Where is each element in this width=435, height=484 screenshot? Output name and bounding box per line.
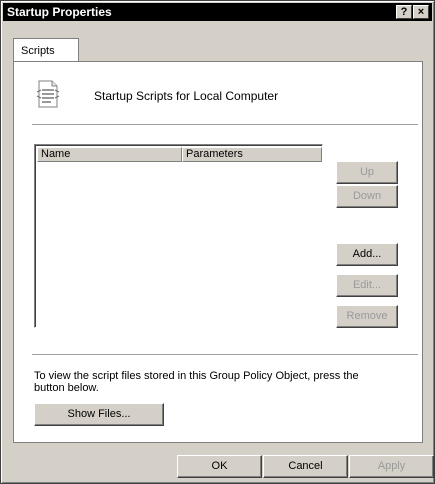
column-header-parameters[interactable]: Parameters (182, 147, 322, 162)
scripts-heading: Startup Scripts for Local Computer (94, 89, 279, 103)
down-button[interactable]: Down (336, 185, 398, 208)
remove-button[interactable]: Remove (336, 305, 398, 328)
separator-top (32, 124, 418, 126)
close-button[interactable]: × (413, 5, 429, 19)
scripts-tab-panel: Startup Scripts for Local Computer Name … (13, 61, 423, 443)
tab-scripts-label: Scripts (21, 45, 55, 57)
scripts-list[interactable]: Name Parameters (34, 144, 323, 328)
show-files-info: To view the script files stored in this … (34, 370, 359, 394)
up-button[interactable]: Up (336, 161, 398, 184)
column-header-name[interactable]: Name (37, 147, 182, 162)
close-icon: × (417, 6, 425, 18)
separator-bottom (32, 354, 418, 356)
title-bar[interactable]: Startup Properties ? × (3, 3, 432, 21)
show-files-button[interactable]: Show Files... (34, 403, 164, 426)
cancel-button[interactable]: Cancel (263, 455, 348, 478)
tab-scripts[interactable]: Scripts (13, 38, 79, 62)
apply-button[interactable]: Apply (349, 455, 434, 478)
add-button[interactable]: Add... (336, 243, 398, 266)
script-file-icon (36, 80, 60, 108)
help-button[interactable]: ? (396, 5, 412, 19)
help-icon: ? (400, 6, 408, 18)
startup-properties-dialog: Startup Properties ? × Scripts Startup S… (0, 0, 435, 484)
edit-button[interactable]: Edit... (336, 274, 398, 297)
ok-button[interactable]: OK (177, 455, 262, 478)
window-title: Startup Properties (7, 5, 112, 19)
